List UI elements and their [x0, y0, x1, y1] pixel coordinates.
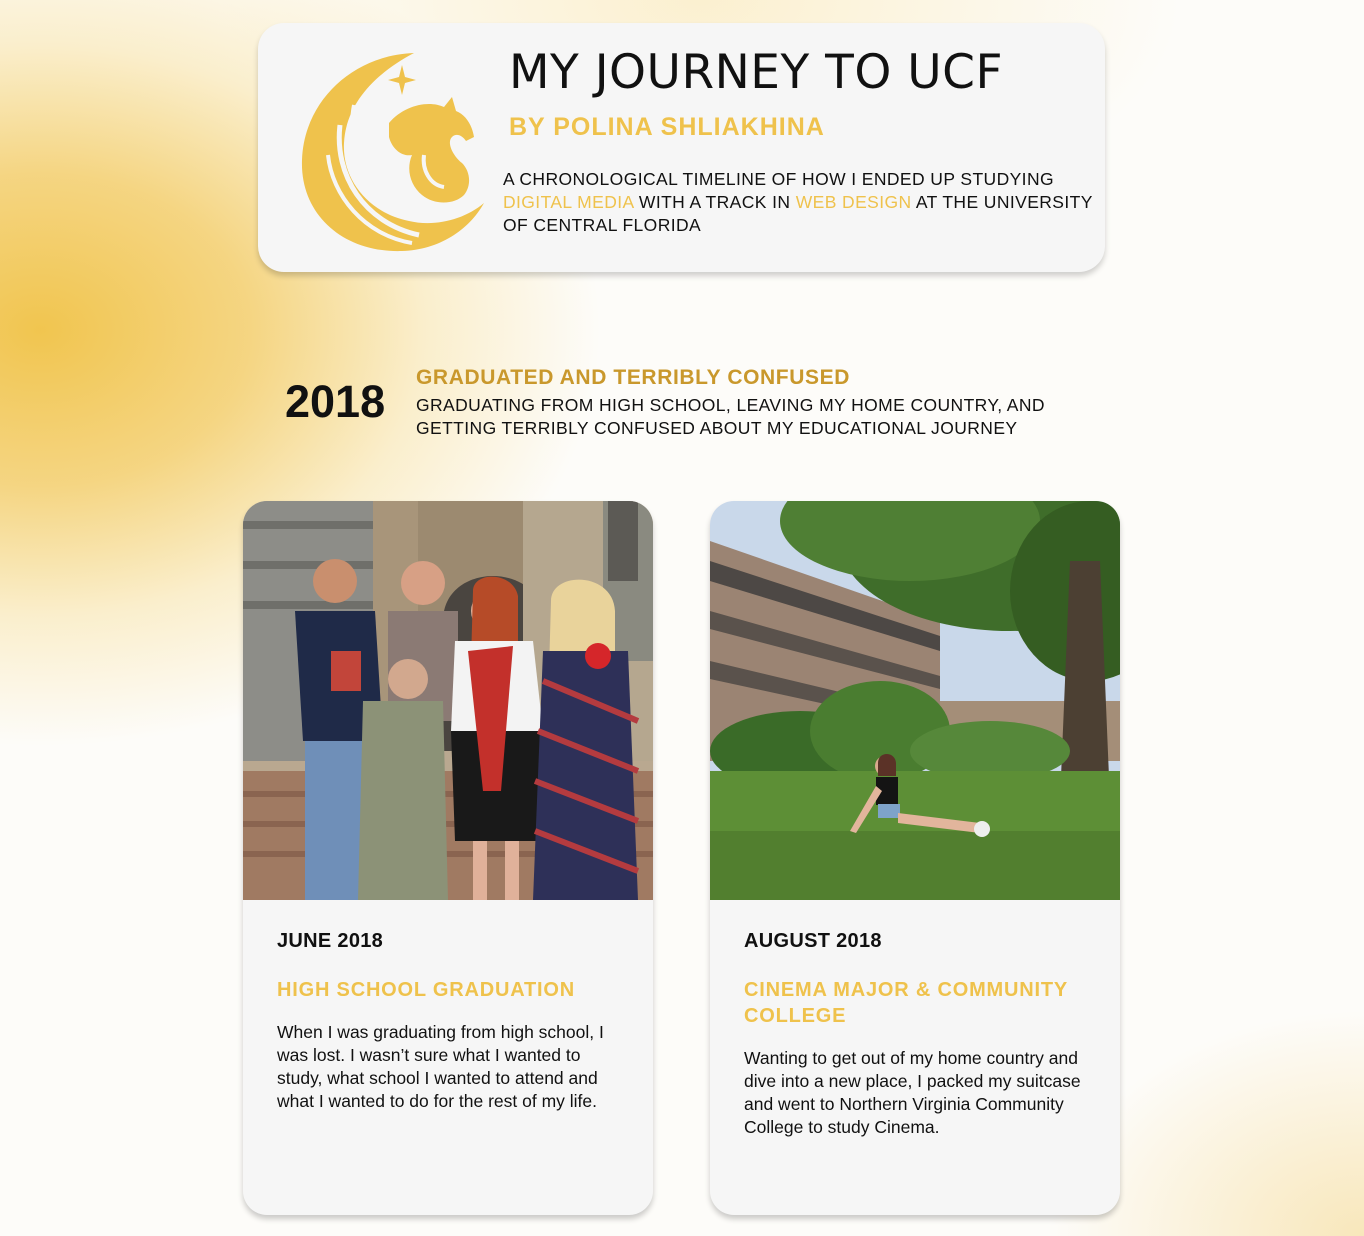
description-text: WITH A TRACK IN	[633, 192, 796, 212]
page-description: A CHRONOLOGICAL TIMELINE OF HOW I ENDED …	[503, 168, 1093, 237]
card-date: JUNE 2018	[277, 930, 384, 952]
timeline-card-june-2018: JUNE 2018 HIGH SCHOOL GRADUATION When I …	[243, 501, 653, 1215]
highlight-web-design: WEB DESIGN	[795, 192, 912, 212]
graduation-photo	[243, 501, 653, 900]
card-text: When I was graduating from high school, …	[277, 1022, 604, 1111]
author-byline: BY POLINA SHLIAKHINA	[509, 113, 825, 141]
card-title: HIGH SCHOOL GRADUATION	[277, 979, 575, 1001]
card-date: AUGUST 2018	[744, 930, 882, 952]
pegasus-logo-icon	[301, 53, 484, 252]
page-title: MY JOURNEY TO UCF	[509, 45, 1004, 100]
card-body: JUNE 2018 HIGH SCHOOL GRADUATION When I …	[277, 929, 623, 1113]
card-text: Wanting to get out of my home country an…	[744, 1048, 1081, 1137]
timeline-card-august-2018: AUGUST 2018 CINEMA MAJOR & COMMUNITY COL…	[710, 501, 1120, 1215]
description-text: A CHRONOLOGICAL TIMELINE OF HOW I ENDED …	[503, 169, 1054, 189]
timeline-heading: GRADUATED AND TERRIBLY CONFUSED	[416, 366, 850, 389]
highlight-digital-media: DIGITAL MEDIA	[503, 192, 634, 212]
timeline-year: 2018	[285, 376, 386, 427]
card-body: AUGUST 2018 CINEMA MAJOR & COMMUNITY COL…	[744, 929, 1090, 1139]
campus-photo	[710, 501, 1120, 900]
card-title: CINEMA MAJOR & COMMUNITY COLLEGE	[744, 979, 1068, 1027]
header-card: MY JOURNEY TO UCF BY POLINA SHLIAKHINA A…	[258, 23, 1105, 272]
timeline-subheading: GRADUATING FROM HIGH SCHOOL, LEAVING MY …	[416, 395, 1045, 438]
